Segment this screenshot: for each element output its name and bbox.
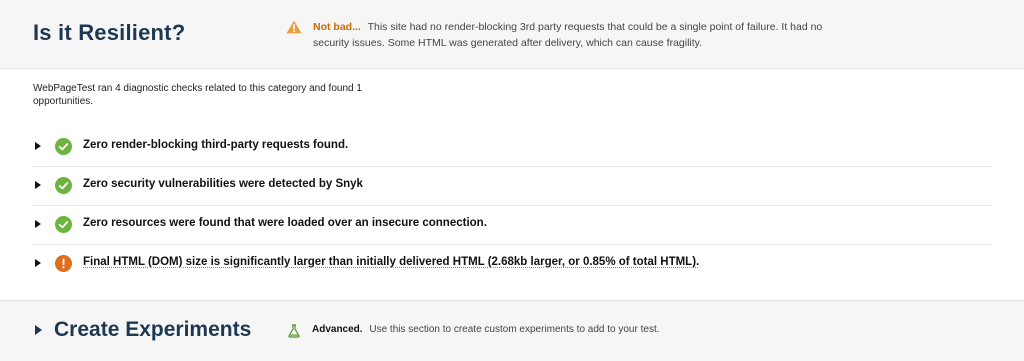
create-experiments-section[interactable]: Create Experiments Advanced. Use this se… xyxy=(0,300,1024,361)
flask-icon xyxy=(287,324,301,338)
verdict-text: This site had no render-blocking 3rd par… xyxy=(313,21,822,49)
warning-icon xyxy=(286,20,302,34)
experiments-level: Advanced. xyxy=(312,324,363,335)
check-row[interactable]: Zero resources were found that were load… xyxy=(33,206,991,245)
experiments-title[interactable]: Create Experiments xyxy=(54,318,251,342)
check-label: Zero resources were found that were load… xyxy=(83,217,487,229)
check-circle-icon xyxy=(55,138,72,155)
experiments-text: Use this section to create custom experi… xyxy=(369,324,659,335)
check-circle-icon xyxy=(55,177,72,194)
expand-caret-icon[interactable] xyxy=(35,142,41,150)
expand-caret-icon[interactable] xyxy=(35,325,42,335)
expand-caret-icon[interactable] xyxy=(35,220,41,228)
verdict-label: Not bad... xyxy=(313,21,361,33)
check-circle-icon xyxy=(55,216,72,233)
section-summary: Not bad... This site had no render-block… xyxy=(313,19,853,51)
check-label: Zero security vulnerabilities were detec… xyxy=(83,178,363,190)
section-title: Is it Resilient? xyxy=(33,20,185,46)
intro-text: WebPageTest ran 4 diagnostic checks rela… xyxy=(33,82,413,108)
check-row[interactable]: Zero security vulnerabilities were detec… xyxy=(33,167,991,206)
resilience-panel: Is it Resilient? Not bad... This site ha… xyxy=(0,0,1024,360)
check-row[interactable]: Zero render-blocking third-party request… xyxy=(33,128,991,167)
expand-caret-icon[interactable] xyxy=(35,181,41,189)
check-row[interactable]: Final HTML (DOM) size is significantly l… xyxy=(33,245,991,283)
exclamation-circle-icon xyxy=(55,255,72,272)
checks-list: Zero render-blocking third-party request… xyxy=(33,128,991,283)
experiments-summary: Advanced. Use this section to create cus… xyxy=(312,324,660,335)
expand-caret-icon[interactable] xyxy=(35,259,41,267)
check-label: Zero render-blocking third-party request… xyxy=(83,139,348,151)
check-label: Final HTML (DOM) size is significantly l… xyxy=(83,256,699,268)
section-header: Is it Resilient? Not bad... This site ha… xyxy=(0,0,1024,69)
